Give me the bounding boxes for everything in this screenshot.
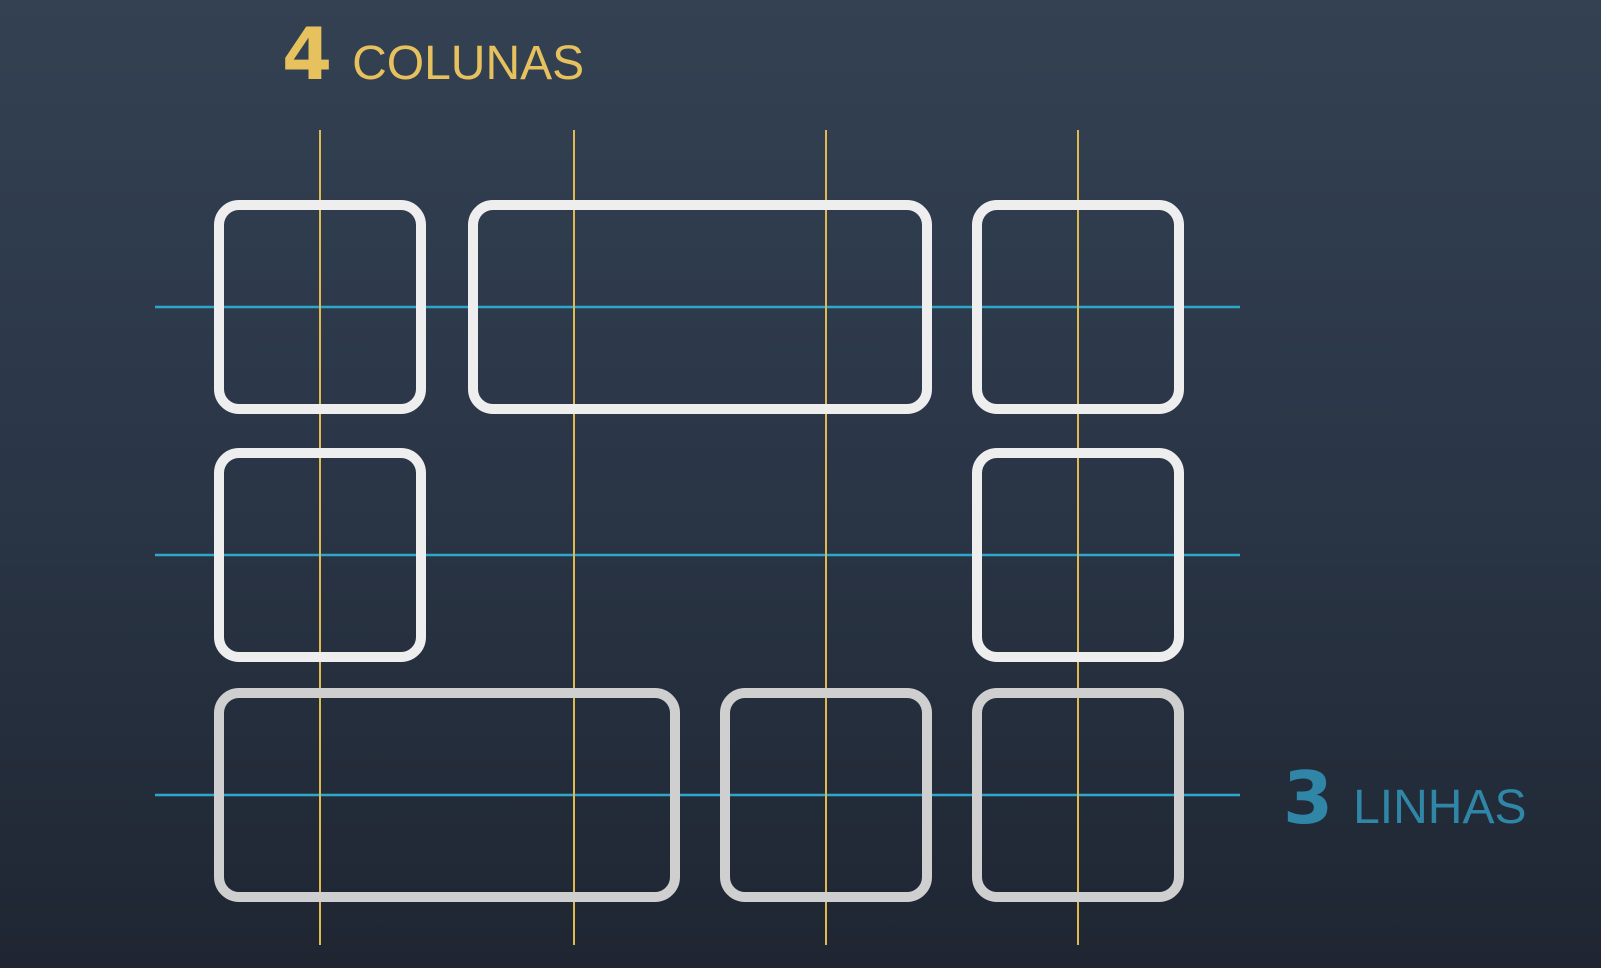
columns-title: 4 COLUNAS (282, 18, 584, 90)
rows-count: 3 (1283, 756, 1333, 840)
grid-cells (214, 200, 1184, 902)
column-guide-lines (319, 130, 1079, 945)
rows-title: 3 LINHAS (1283, 762, 1527, 834)
columns-count: 4 (282, 12, 332, 96)
columns-word: COLUNAS (352, 37, 585, 90)
rows-word: LINHAS (1353, 781, 1527, 834)
